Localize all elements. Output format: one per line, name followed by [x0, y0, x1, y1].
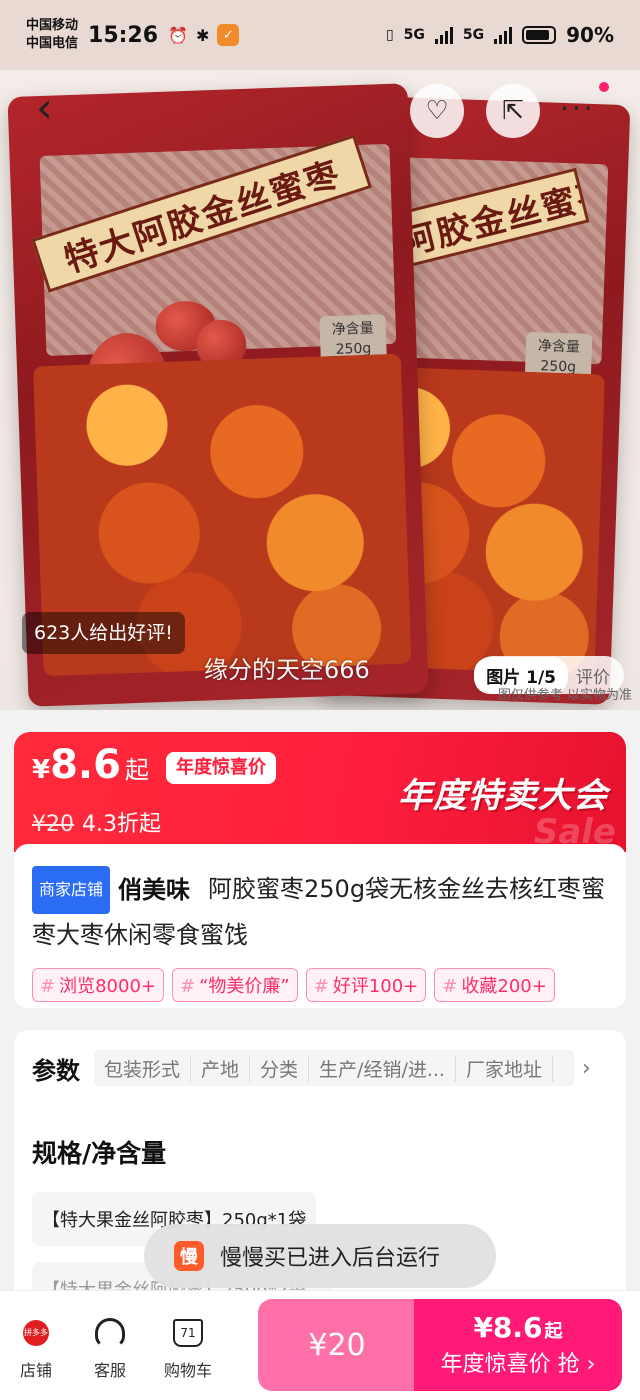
- headset-icon: [95, 1318, 125, 1348]
- product-image[interactable]: 特大阿胶金丝蜜枣 净含量 250g 特大阿胶金丝蜜枣 净含量 250g 623人…: [0, 70, 640, 710]
- tag-value[interactable]: # “物美价廉”: [171, 968, 298, 1002]
- product-title-card: 商家店铺 俏美味 阿胶蜜枣250g袋无核金丝去核红枣蜜枣大枣休闲零食蜜饯 # 浏览80…: [14, 844, 626, 1008]
- spec-title: 规格/净含量: [32, 1139, 167, 1168]
- alarm-icon: ⏰: [168, 25, 188, 45]
- share-icon[interactable]: ⇱: [486, 84, 540, 138]
- signal-icon-2: [494, 26, 513, 44]
- signal-icon: [434, 26, 453, 44]
- review-summary-chip[interactable]: 623人给出好评!: [22, 612, 185, 654]
- current-price: ¥8.6 起: [32, 742, 149, 788]
- buy-alone-button[interactable]: ¥20: [258, 1299, 416, 1391]
- product-tags: # 浏览8000+ # “物美价廉” # 好评100+ # 收藏200+: [32, 968, 608, 1002]
- store-label: 店铺: [19, 1361, 52, 1380]
- network-1-label: 5G: [403, 27, 425, 43]
- product-title[interactable]: 商家店铺 俏美味 阿胶蜜枣250g袋无核金丝去核红枣蜜枣大枣休闲零食蜜饯: [32, 866, 608, 956]
- original-price: ¥20 4.3折起: [32, 812, 161, 837]
- status-icons-right: ▯ 5G 5G 90%: [386, 23, 614, 47]
- buy-promo-button[interactable]: ¥8.6 起 年度惊喜价 抢 ›: [414, 1299, 622, 1391]
- disclaimer: 图仅供参考 以实物为准: [497, 688, 632, 703]
- network-2-label: 5G: [462, 27, 485, 43]
- promo-badge: 年度惊喜价: [166, 752, 276, 784]
- app-icon: 慢: [174, 1241, 204, 1271]
- cart-icon: 71: [173, 1319, 203, 1347]
- tag-favorites[interactable]: # 收藏200+: [434, 968, 555, 1002]
- clock: 15:26: [88, 22, 159, 48]
- notification-dot: [599, 82, 609, 92]
- params-row[interactable]: 参数 包装形式 产地 分类 生产/经销/进... 厂家地址 ›: [32, 1048, 608, 1088]
- param-item: 包装形式: [94, 1054, 192, 1082]
- store-button[interactable]: 拼多多 店铺: [6, 1313, 66, 1381]
- store-icon: 拼多多: [23, 1320, 49, 1346]
- app-notification-icon: ✓: [217, 24, 240, 46]
- battery-percent: 90%: [566, 23, 614, 47]
- params-label: 参数: [32, 1056, 80, 1085]
- customer-service-button[interactable]: 客服: [80, 1313, 140, 1381]
- cart-label: 购物车: [163, 1361, 212, 1380]
- carrier-2: 中国电信: [26, 36, 79, 51]
- buy-alone-price: ¥20: [308, 1327, 366, 1363]
- param-item: 厂家地址: [456, 1054, 553, 1082]
- bluetooth-icon: ✱: [195, 25, 210, 45]
- vibrate-icon: ▯: [385, 27, 394, 43]
- event-title[interactable]: 年度特卖大会: [398, 768, 608, 817]
- toast-message: 慢慢买已进入后台运行: [220, 1246, 441, 1271]
- cart-button[interactable]: 71 购物车: [158, 1313, 218, 1381]
- watermark: 缘分的天空666: [204, 656, 370, 684]
- store-name[interactable]: 俏美味: [118, 876, 190, 904]
- tag-views[interactable]: # 浏览8000+: [32, 968, 164, 1002]
- param-item: 产地: [191, 1054, 251, 1082]
- favorite-add-icon[interactable]: ♡: [410, 84, 464, 138]
- buy-promo-price: ¥8.6 起: [473, 1311, 563, 1344]
- param-item: 分类: [250, 1054, 310, 1082]
- chevron-right-icon[interactable]: ›: [582, 1056, 591, 1081]
- status-bar: 中国移动 中国电信 15:26 ⏰ ✱ ✓ ▯ 5G 5G 90%: [0, 0, 640, 70]
- bottom-action-bar: 拼多多 店铺 客服 71 购物车 ¥20 ¥8.6 起 年度惊喜价 抢 ›: [0, 1290, 640, 1400]
- price-banner: ¥8.6 起 年度惊喜价 ¥20 4.3折起 年度特卖大会 Sale: [14, 732, 626, 852]
- page: 中国移动 中国电信 15:26 ⏰ ✱ ✓ ▯ 5G 5G 90% 特大阿胶金丝…: [0, 0, 640, 1400]
- more-icon[interactable]: ···: [560, 92, 596, 125]
- status-icons-left: ⏰ ✱ ✓: [168, 24, 240, 46]
- service-label: 客服: [93, 1361, 126, 1380]
- back-icon[interactable]: ‹: [36, 87, 76, 132]
- top-nav: ‹ ♡ ⇱ ···: [0, 70, 640, 150]
- carriers: 中国移动 中国电信: [26, 17, 78, 53]
- store-tag: 商家店铺: [32, 866, 111, 914]
- carrier-1: 中国移动: [26, 18, 79, 33]
- discount-label: 4.3折起: [82, 812, 161, 837]
- param-item: 生产/经销/进...: [309, 1054, 456, 1082]
- toast: 慢 慢慢买已进入后台运行: [144, 1224, 496, 1288]
- params-list[interactable]: 包装形式 产地 分类 生产/经销/进... 厂家地址: [94, 1050, 574, 1086]
- battery-icon: [522, 26, 557, 44]
- tag-good-reviews[interactable]: # 好评100+: [305, 968, 427, 1002]
- buy-promo-label: 年度惊喜价 抢 ›: [440, 1352, 596, 1377]
